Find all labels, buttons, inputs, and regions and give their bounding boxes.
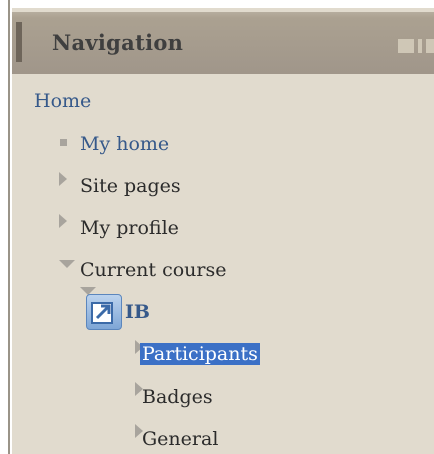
block-control-icon[interactable]: [426, 39, 434, 53]
course-shortcut-icon: [86, 294, 122, 330]
header-accent-bar: [16, 22, 22, 62]
nav-item-my-home[interactable]: My home: [80, 133, 169, 155]
nav-item-current-course[interactable]: Current course: [80, 259, 227, 281]
nav-home-link[interactable]: Home: [34, 90, 91, 112]
left-border: [8, 0, 10, 454]
expand-down-icon[interactable]: [59, 260, 75, 268]
hide-block-icon[interactable]: [418, 39, 422, 53]
dock-block-icon[interactable]: [398, 39, 414, 53]
navigation-block: [12, 8, 434, 454]
nav-item-badges[interactable]: Badges: [142, 386, 213, 408]
nav-course-ib[interactable]: IB: [125, 301, 150, 323]
nav-item-participants[interactable]: Participants: [140, 343, 260, 365]
nav-item-my-profile[interactable]: My profile: [80, 217, 179, 239]
nav-item-site-pages[interactable]: Site pages: [80, 175, 181, 197]
expand-right-icon[interactable]: [59, 172, 67, 186]
nav-item-general[interactable]: General: [142, 428, 218, 450]
navigation-title: Navigation: [52, 30, 184, 55]
expand-right-icon[interactable]: [59, 214, 67, 228]
bullet-icon: [60, 139, 67, 146]
